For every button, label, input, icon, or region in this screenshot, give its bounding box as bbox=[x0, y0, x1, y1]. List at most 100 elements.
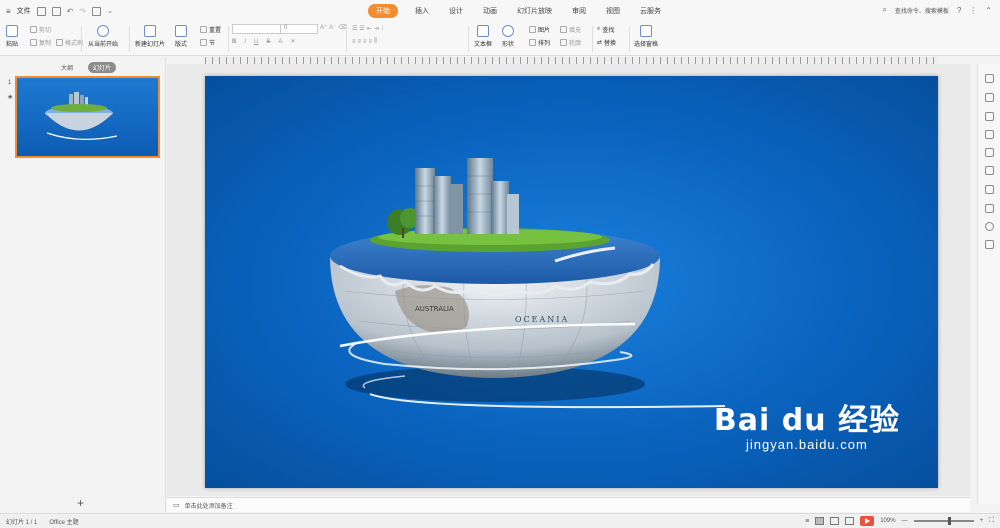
zoom-level[interactable]: 109% bbox=[880, 518, 895, 524]
format-painter-icon bbox=[56, 39, 63, 46]
customize-icon[interactable]: ⌄ bbox=[107, 7, 113, 15]
cut-label: 剪切 bbox=[39, 28, 52, 34]
zoom-slider[interactable] bbox=[913, 517, 974, 525]
zoom-in-button[interactable]: + bbox=[980, 518, 984, 524]
strike-icon[interactable]: S bbox=[266, 39, 270, 45]
paste-button[interactable]: 粘贴 bbox=[6, 25, 18, 48]
tab-outline[interactable]: 大纲 bbox=[56, 62, 78, 73]
section-button[interactable]: 节 bbox=[200, 38, 215, 47]
slideshow-play-button[interactable] bbox=[860, 516, 875, 526]
normal-view-icon[interactable] bbox=[815, 517, 825, 525]
copy-button[interactable]: 复制 bbox=[30, 38, 51, 47]
tab-cloud[interactable]: 云服务 bbox=[637, 4, 664, 18]
indent-icon[interactable]: ⇤ bbox=[367, 25, 372, 32]
arrange-button[interactable]: 排列 bbox=[529, 38, 550, 47]
notes-toggle-icon[interactable]: ≡ bbox=[805, 518, 809, 525]
right-sidebar bbox=[977, 64, 1000, 504]
reset-button[interactable]: 重置 bbox=[200, 25, 221, 34]
fill-button[interactable]: 填充 bbox=[560, 25, 581, 34]
align-right-icon[interactable]: ≡ bbox=[363, 39, 367, 45]
backup-icon[interactable] bbox=[985, 166, 994, 175]
shape-button[interactable]: 形状 bbox=[502, 25, 514, 48]
layout-button[interactable]: 版式 bbox=[175, 25, 187, 48]
play-from-current-label: 从当前开始 bbox=[88, 42, 119, 48]
tab-home[interactable]: 开始 bbox=[368, 4, 398, 18]
font-shrink-icon[interactable]: A⁻ bbox=[329, 24, 336, 31]
columns-icon[interactable]: ⫼ bbox=[374, 38, 377, 45]
font-color-icon[interactable]: A bbox=[278, 39, 282, 45]
menu-right: ⌕ 查找命令、搜索模板 ? ⋮ ⌃ bbox=[882, 5, 992, 15]
font-size-input[interactable]: 0 bbox=[280, 24, 318, 34]
tab-design[interactable]: 设计 bbox=[446, 4, 466, 18]
outdent-icon[interactable]: ⇥ bbox=[374, 25, 379, 32]
bold-icon[interactable]: B bbox=[232, 39, 236, 45]
tab-view[interactable]: 视图 bbox=[603, 4, 623, 18]
style-icon[interactable] bbox=[985, 74, 994, 83]
tab-slides[interactable]: 幻灯片 bbox=[88, 62, 117, 73]
shape-label: 形状 bbox=[502, 42, 515, 48]
tab-insert[interactable]: 插入 bbox=[412, 4, 432, 18]
search-icon[interactable]: ⌕ bbox=[882, 5, 886, 15]
justify-icon[interactable]: ≡ bbox=[369, 39, 373, 45]
textbox-label: 文本框 bbox=[474, 42, 493, 48]
zoom-out-button[interactable]: — bbox=[902, 518, 908, 524]
align-center-icon[interactable]: ≡ bbox=[358, 39, 362, 45]
select-pane-button[interactable]: 选择窗格 bbox=[634, 25, 658, 48]
more-icon[interactable]: ⋮ bbox=[969, 6, 977, 15]
cut-button[interactable]: 剪切 bbox=[30, 25, 51, 34]
divider bbox=[629, 26, 630, 52]
tab-slideshow[interactable]: 幻灯片放映 bbox=[514, 4, 555, 18]
divider bbox=[468, 26, 469, 52]
number-list-icon[interactable]: ☰ bbox=[359, 25, 364, 32]
properties-icon[interactable] bbox=[985, 130, 994, 139]
replace-button[interactable]: ⇄ 替换 bbox=[597, 38, 616, 47]
italic-icon[interactable]: I bbox=[244, 39, 246, 45]
format-icon[interactable] bbox=[92, 6, 102, 16]
fit-icon[interactable]: ⛶ bbox=[989, 517, 994, 525]
hamburger-icon[interactable]: ≡ bbox=[6, 7, 11, 16]
reading-view-icon[interactable] bbox=[845, 517, 855, 525]
clear-format-icon[interactable]: ✕ bbox=[290, 38, 295, 45]
save-icon[interactable] bbox=[36, 6, 46, 16]
add-slide-button[interactable]: + bbox=[77, 496, 84, 510]
undo-icon[interactable]: ↶ bbox=[67, 7, 74, 16]
find-label: 查找 bbox=[602, 28, 615, 34]
file-menu[interactable]: 文件 bbox=[17, 6, 31, 16]
line-spacing-icon[interactable]: ↕ bbox=[381, 26, 384, 32]
print-icon[interactable] bbox=[51, 6, 61, 16]
find-icon: ⌕ bbox=[597, 26, 601, 32]
textbox-button[interactable]: 文本框 bbox=[474, 25, 492, 48]
status-left: 幻灯片 1 / 1 Office 主题 bbox=[6, 517, 79, 526]
bullet-list-icon[interactable]: ☰ bbox=[352, 25, 357, 32]
new-slide-button[interactable]: 新建幻灯片 bbox=[135, 25, 165, 48]
outline-button[interactable]: 轮廓 bbox=[560, 38, 581, 47]
share-icon[interactable] bbox=[985, 185, 994, 194]
command-search[interactable]: 查找命令、搜索模板 bbox=[895, 6, 949, 15]
font-grow-icon[interactable]: A⁺ bbox=[320, 24, 327, 31]
picture-icon bbox=[529, 26, 536, 33]
apps-icon[interactable] bbox=[985, 240, 994, 249]
notes-pane[interactable]: ▭ 单击此处添加备注 bbox=[167, 497, 970, 512]
picture-button[interactable]: 图片 bbox=[529, 25, 550, 34]
slide-thumbnail[interactable] bbox=[15, 76, 160, 158]
shape-effect-icon[interactable] bbox=[985, 112, 994, 121]
slide-canvas[interactable]: AUSTRALIA OCEANIA Bai du 经验 jingyan.baid… bbox=[205, 76, 938, 488]
divider bbox=[346, 26, 347, 52]
underline-icon[interactable]: U bbox=[254, 39, 258, 45]
shape-icon bbox=[502, 25, 514, 37]
tab-animation[interactable]: 动画 bbox=[480, 4, 500, 18]
play-from-current-button[interactable]: 从当前开始 bbox=[88, 25, 118, 48]
help-circle-icon[interactable] bbox=[985, 222, 994, 231]
redo-icon[interactable]: ↷ bbox=[79, 7, 86, 16]
tab-review[interactable]: 审阅 bbox=[569, 4, 589, 18]
document-icon[interactable] bbox=[985, 204, 994, 213]
star-icon[interactable] bbox=[985, 148, 994, 157]
select-icon[interactable] bbox=[985, 93, 994, 102]
replace-label: 替换 bbox=[604, 41, 617, 47]
collapse-icon[interactable]: ⌃ bbox=[985, 6, 992, 15]
find-button[interactable]: ⌕ 查找 bbox=[597, 25, 614, 34]
format-painter-button[interactable]: 格式刷 bbox=[56, 38, 83, 47]
help-icon[interactable]: ? bbox=[957, 6, 961, 15]
sorter-view-icon[interactable] bbox=[830, 517, 840, 525]
align-left-icon[interactable]: ≡ bbox=[352, 39, 356, 45]
